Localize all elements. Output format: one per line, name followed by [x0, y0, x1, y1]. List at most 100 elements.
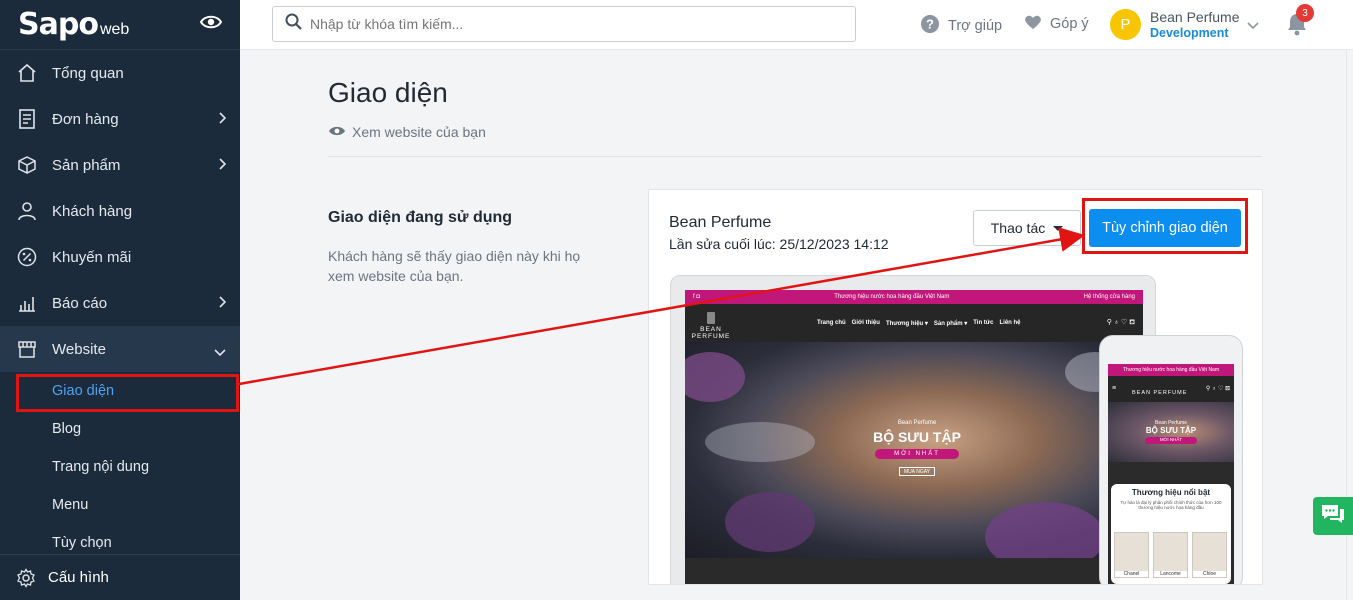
preview-topbar-right: Hệ thống cửa hàng [1083, 294, 1135, 300]
mobile-preview-logo: BEAN PERFUME [1132, 390, 1188, 396]
notification-badge: 3 [1296, 4, 1314, 22]
sidebar-item-reports[interactable]: Báo cáo [0, 280, 240, 326]
account-role: Development [1150, 26, 1229, 40]
sapo-logo[interactable]: Sapo web [18, 7, 129, 42]
hamburger-icon: ≡ [1112, 385, 1117, 392]
gear-icon [16, 567, 38, 589]
mobile-preview-hero-title: BỘ SƯU TẬP [1145, 426, 1197, 435]
sidebar-item-customers[interactable]: Khách hàng [0, 188, 240, 234]
preview-menu-item: Sản phẩm ▾ [933, 321, 968, 327]
mobile-preview-hero: Bean Perfume BỘ SƯU TẬP MỚI NHẤT [1108, 402, 1234, 462]
sidebar-item-label: Khuyến mãi [52, 248, 132, 266]
perfume-bottle-icon [707, 312, 715, 324]
chat-button[interactable] [1313, 497, 1353, 535]
desktop-preview-frame: f ◘ Thương hiệu nước hoa hàng đầu Việt N… [670, 275, 1156, 584]
eye-icon [328, 124, 346, 140]
mobile-preview-brand-list: Chanel Lancome Chloe [1114, 532, 1227, 578]
mobile-preview-brands-title: Thương hiệu nổi bật [1131, 488, 1211, 497]
brand-tile: Chloe [1192, 532, 1227, 578]
mobile-preview-hero-text: Bean Perfume BỘ SƯU TẬP MỚI NHẤT [1128, 420, 1214, 444]
chevron-right-icon [218, 295, 227, 312]
chevron-right-icon [218, 157, 227, 174]
preview-menu-item: Trang chủ [817, 320, 846, 326]
brand-name: Chloe [1193, 571, 1226, 577]
chevron-right-icon [218, 111, 227, 128]
sidebar-nav: Tổng quan Đơn hàng Sản phẩm Khách hàng K… [0, 50, 240, 562]
preview-cart-icons: ⚲ ♁ ♡ ⛾ [1106, 319, 1135, 326]
logo-text: Sapo [18, 7, 99, 42]
sidebar-item-promotions[interactable]: Khuyến mãi [0, 234, 240, 280]
user-icon [16, 200, 38, 222]
sidebar-subitem-blog[interactable]: Blog [0, 410, 240, 448]
feedback-link[interactable]: Góp ý [1024, 14, 1089, 34]
help-link[interactable]: ? Trợ giúp [920, 14, 1002, 38]
avatar[interactable]: P [1110, 9, 1141, 40]
mobile-preview-brands-card: Thương hiệu nổi bật Tự hào là đại lý phâ… [1111, 484, 1231, 584]
preview-menu: Trang chủ Giới thiệu Thương hiệu ▾ Sản p… [817, 320, 1021, 327]
page-title: Giao diện [328, 77, 448, 108]
sidebar-item-label: Khách hàng [52, 202, 133, 220]
preview-hero-text: Bean Perfume BỘ SƯU TẬP MỚI NHẤT MUA NGA… [857, 420, 977, 476]
brand-tile: Lancome [1153, 532, 1188, 578]
preview-topbar: f ◘ Thương hiệu nước hoa hàng đầu Việt N… [685, 290, 1143, 304]
mobile-preview-topbar: Thương hiệu nước hoa hàng đầu Việt Nam [1108, 364, 1234, 376]
store-icon [16, 338, 38, 360]
settings-label: Cấu hình [48, 569, 109, 586]
brand-tile: Chanel [1114, 532, 1149, 578]
home-icon [16, 62, 38, 84]
preview-logo-text: BEAN PERFUME [691, 326, 731, 340]
svg-text:?: ? [926, 17, 934, 32]
actions-dropdown-button[interactable]: Thao tác [973, 210, 1081, 246]
search-input[interactable] [310, 16, 830, 32]
sidebar-item-overview[interactable]: Tổng quan [0, 50, 240, 96]
view-website-label: Xem website của bạn [352, 124, 486, 140]
actions-label: Thao tác [990, 220, 1046, 236]
sidebar-subitem-menu[interactable]: Menu [0, 486, 240, 524]
section-description: Khách hàng sẽ thấy giao diện này khi họ … [328, 248, 581, 284]
sidebar-subitem-pages[interactable]: Trang nội dung [0, 448, 240, 486]
mobile-preview-frame: Thương hiệu nước hoa hàng đầu Việt Nam ≡… [1099, 335, 1243, 584]
sidebar-item-settings[interactable]: Cấu hình [0, 554, 240, 600]
mobile-preview-nav: ≡ BEAN PERFUME ⚲ ♁ ♡ ⛾ [1108, 376, 1234, 402]
feedback-label: Góp ý [1050, 16, 1089, 32]
divider [328, 156, 1262, 157]
mobile-preview-brands-sub: Tự hào là đại lý phân phối chính thức củ… [1120, 500, 1222, 510]
eye-icon[interactable] [199, 14, 223, 35]
theme-last-edit: Lần sửa cuối lúc: 25/12/2023 14:12 [669, 236, 889, 252]
preview-menu-item: Tin tức [973, 320, 994, 326]
help-icon: ? [920, 14, 940, 38]
preview-menu-item: Liên hệ [999, 320, 1021, 326]
preview-nav: BEAN PERFUME Trang chủ Giới thiệu Thương… [685, 304, 1143, 342]
highlight-box-customize [1082, 198, 1248, 254]
logo-sub-text: web [99, 21, 130, 38]
sidebar-item-label: Sản phẩm [52, 156, 121, 174]
preview-hero-banner: Bean Perfume BỘ SƯU TẬP MỚI NHẤT MUA NGA… [685, 342, 1143, 558]
search-box[interactable] [272, 6, 856, 42]
sidebar-item-label: Báo cáo [52, 294, 108, 312]
chevron-down-icon[interactable] [1247, 17, 1259, 35]
caret-down-icon [1053, 225, 1064, 231]
preview-menu-item: Giới thiệu [851, 320, 880, 326]
sidebar: Sapo web Tổng quan Đơn hàng Sản phẩm Khá… [0, 0, 240, 600]
highlight-box-themes [16, 374, 239, 412]
desktop-preview-screen[interactable]: f ◘ Thương hiệu nước hoa hàng đầu Việt N… [685, 290, 1143, 584]
mobile-preview-screen[interactable]: Thương hiệu nước hoa hàng đầu Việt Nam ≡… [1108, 364, 1234, 584]
section-title: Giao diện đang sử dụng [328, 209, 513, 226]
order-icon [16, 108, 38, 130]
chat-icon [1320, 503, 1346, 530]
sidebar-item-orders[interactable]: Đơn hàng [0, 96, 240, 142]
sidebar-item-products[interactable]: Sản phẩm [0, 142, 240, 188]
sidebar-header: Sapo web [0, 0, 240, 50]
sidebar-item-website[interactable]: Website [0, 326, 240, 372]
mobile-preview-icons: ⚲ ♁ ♡ ⛾ [1205, 386, 1230, 392]
account-menu[interactable]: Bean Perfume Development [1150, 9, 1240, 40]
top-bar: ? Trợ giúp Góp ý P Bean Perfume Developm… [240, 0, 1353, 50]
sidebar-item-label: Tổng quan [52, 64, 124, 82]
preview-menu-item: Thương hiệu ▾ [885, 321, 928, 327]
view-website-link[interactable]: Xem website của bạn [328, 124, 486, 140]
search-icon [285, 13, 302, 35]
heart-icon [1024, 14, 1042, 34]
help-label: Trợ giúp [948, 18, 1003, 34]
account-name: Bean Perfume [1150, 9, 1240, 25]
mobile-preview-hero-badge: MỚI NHẤT [1145, 437, 1197, 444]
